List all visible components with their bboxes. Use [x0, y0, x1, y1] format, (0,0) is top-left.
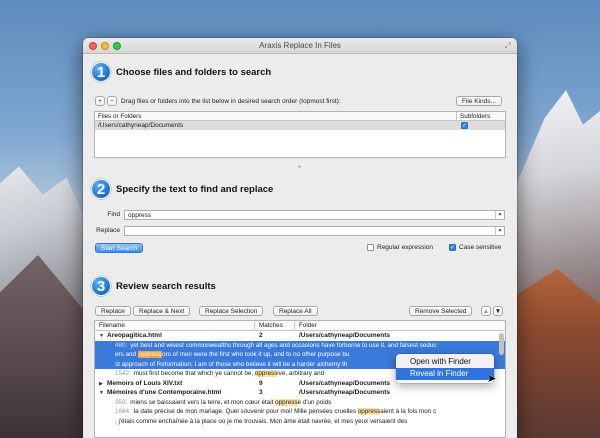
match-count: 3 [259, 389, 263, 397]
match-text: ers and [115, 351, 138, 358]
title-bar: Araxis Replace In Files ⤢ [83, 38, 517, 54]
file-name: Areopagitica.html [107, 332, 162, 340]
regex-checkbox[interactable] [367, 244, 374, 251]
window-controls [89, 42, 121, 50]
find-input[interactable]: oppress ▼ [124, 210, 505, 220]
step1-title: Choose files and folders to search [116, 66, 272, 78]
case-sensitive-checkbox[interactable]: ✓ [449, 244, 456, 251]
column-header-folder[interactable]: Folder [295, 322, 317, 329]
remove-file-button[interactable]: − [107, 96, 117, 106]
step3-title: Review search results [116, 280, 216, 292]
match-highlight: oppress [357, 408, 381, 415]
match-text: ors of men were the first who took it up… [162, 351, 350, 358]
subfolders-checkbox[interactable]: ✓ [461, 122, 468, 129]
file-folder: /Users/cathyneap/Documents [299, 389, 391, 397]
match-count: 2 [259, 332, 263, 340]
results-scrollbar[interactable] [499, 333, 504, 355]
match-text: ; j'étais comme enchaînée à la place où … [115, 417, 408, 425]
match-text: yet best and wisest commonwealths throug… [130, 341, 437, 349]
step1-number-badge: 1 [91, 62, 111, 82]
folder-path: /Users/cathyneap/Documents [98, 122, 184, 129]
file-row-areopagitica[interactable]: ▼ Areopagitica.html 2 /Users/cathyneap/Do… [95, 331, 505, 341]
line-number: 1664: [115, 408, 131, 415]
regex-option[interactable]: Regular expression [367, 244, 433, 251]
file-folder: /Users/cathyneap/Documents [299, 332, 391, 340]
match-text: miens se baissaient vers la terre, et mo… [130, 398, 276, 406]
close-button[interactable] [89, 42, 97, 50]
column-header-filename[interactable]: Filename [95, 322, 255, 329]
file-name: Mémoires d'une Contemporaine.html [107, 389, 222, 397]
context-menu: Open with Finder Reveal in Finder [396, 354, 494, 383]
step2-number-badge: 2 [91, 179, 111, 199]
regex-label: Regular expression [377, 244, 434, 251]
find-value: oppress [128, 212, 152, 219]
window-title: Araxis Replace In Files [259, 41, 341, 50]
file-row-memoires[interactable]: ▼ Mémoires d'une Contemporaine.html 3 /Us… [95, 388, 505, 398]
step3-number-badge: 3 [91, 276, 111, 296]
match-text: must first become that which ye cannot b… [133, 370, 255, 377]
match-highlight: oppress [254, 370, 278, 377]
add-file-button[interactable]: + [95, 96, 105, 106]
mouse-pointer-icon: ➤ [487, 373, 497, 385]
replace-dropdown-icon[interactable]: ▼ [495, 227, 504, 236]
case-sensitive-option[interactable]: ✓ Case sensitive [449, 244, 501, 251]
line-number: 359: [115, 398, 128, 406]
match-highlight: oppress [137, 351, 163, 358]
file-name: Memoirs of Louis XIV.txt [107, 379, 183, 387]
line-number: 1542: [115, 370, 131, 377]
match-text: ive, arbitrary and [277, 370, 325, 377]
file-folder: /Users/cathyneap/Documents [299, 379, 391, 387]
menu-item-reveal-in-finder[interactable]: Reveal in Finder [396, 368, 494, 380]
replace-input[interactable]: ▼ [124, 226, 505, 236]
menu-item-open-with-finder[interactable]: Open with Finder [396, 356, 494, 368]
remove-selected-button[interactable]: Remove Selected [409, 306, 473, 316]
move-down-button[interactable]: ▼ [493, 306, 503, 316]
step3-header: 3 Review search results [91, 276, 216, 296]
column-header-matches[interactable]: Matches [255, 322, 295, 329]
replace-next-button[interactable]: Replace & Next [133, 306, 191, 316]
files-hint-text: Drag files or folders into the list belo… [121, 98, 341, 105]
find-dropdown-icon[interactable]: ▼ [495, 211, 504, 220]
step1-header: 1 Choose files and folders to search [91, 62, 271, 82]
column-header-files[interactable]: Files or Folders [95, 112, 457, 120]
match-text: aient à la fois mon c [380, 408, 437, 415]
splitter-handle[interactable]: ● [298, 164, 301, 170]
match-text: é d'un poids [297, 398, 332, 406]
match-highlight: oppress [275, 398, 298, 406]
match-count: 9 [259, 379, 263, 387]
replace-label: Replace [96, 227, 120, 234]
match-line[interactable]: 1664: la date précise de mon mariage. Que… [95, 407, 505, 417]
files-table-header: Files or Folders Subfolders [95, 112, 505, 121]
column-header-subfolders[interactable]: Subfolders [457, 112, 493, 120]
case-sensitive-label: Case sensitive [459, 244, 502, 251]
files-table[interactable]: Files or Folders Subfolders /Users/cathy… [94, 111, 506, 158]
match-text: la date précise de mon mariage. Quel sou… [133, 408, 358, 415]
move-up-button[interactable]: ▲ [481, 306, 491, 316]
replace-selection-button[interactable]: Replace Selection [199, 306, 264, 316]
match-line-selected[interactable]: 480: yet best and wisest commonwealths th… [95, 340, 505, 350]
file-kinds-button[interactable]: File Kinds... [456, 96, 502, 106]
match-line[interactable]: ; j'étais comme enchaînée à la place où … [95, 417, 505, 427]
disclosure-expanded-icon[interactable]: ▼ [99, 333, 107, 339]
files-table-row[interactable]: /Users/cathyneap/Documents ✓ [95, 121, 505, 130]
minimize-button[interactable] [101, 42, 109, 50]
find-label: Find [107, 211, 120, 218]
replace-all-button[interactable]: Replace All [273, 306, 318, 316]
replace-button[interactable]: Replace [95, 306, 131, 316]
step2-header: 2 Specify the text to find and replace [91, 179, 273, 199]
disclosure-collapsed-icon[interactable]: ▶ [99, 381, 107, 387]
match-text: st approach of Reformation; I am of thos… [115, 360, 348, 368]
start-search-button[interactable]: Start Search [95, 243, 144, 253]
match-line[interactable]: 359: miens se baissaient vers la terre, e… [95, 398, 505, 408]
fullscreen-icon[interactable]: ⤢ [505, 41, 511, 51]
disclosure-expanded-icon[interactable]: ▼ [99, 390, 107, 396]
step2-title: Specify the text to find and replace [116, 183, 274, 195]
line-number: 480: [115, 341, 128, 349]
zoom-button[interactable] [113, 42, 121, 50]
results-header: Filename Matches Folder [95, 321, 505, 331]
